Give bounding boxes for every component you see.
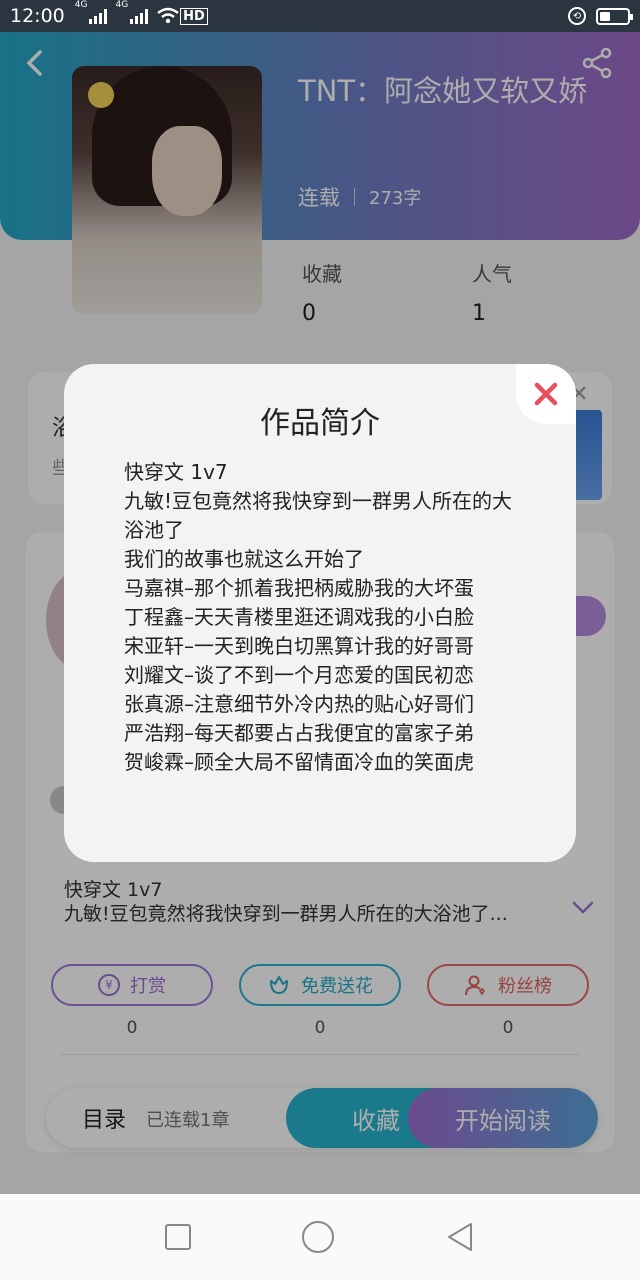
close-icon (534, 382, 558, 406)
intro-line: 马嘉祺–那个抓着我把柄威胁我的大坏蛋 (124, 576, 474, 600)
signal-icon (89, 8, 108, 24)
wifi-icon (157, 7, 179, 24)
sim2-tag: 4G (115, 0, 129, 10)
intro-line: 张真源–注意细节外冷内热的贴心好哥们 (124, 692, 474, 716)
intro-line: 严浩翔–每天都要占占我便宜的富家子弟 (124, 721, 474, 745)
hd-badge: HD (180, 7, 208, 25)
recents-button[interactable] (165, 1224, 192, 1250)
home-button[interactable] (301, 1221, 334, 1253)
intro-line: 我们的故事也就这么开始了 (124, 547, 364, 571)
rotation-lock-icon: ⟲ (568, 7, 586, 25)
intro-line: 快穿文 1v7 (124, 460, 228, 484)
dialog-close-button[interactable] (516, 364, 576, 424)
intro-dialog: 作品简介 快穿文 1v7 九敏!豆包竟然将我快穿到一群男人所在的大浴池了 我们的… (64, 364, 576, 862)
status-bar: 12:00 4G 4G HD ⟲ (0, 0, 640, 32)
intro-line: 九敏!豆包竟然将我快穿到一群男人所在的大浴池了 (124, 489, 513, 542)
intro-line: 宋亚轩–一天到晚白切黑算计我的好哥哥 (124, 634, 474, 658)
intro-line: 刘耀文–谈了不到一个月恋爱的国民初恋 (124, 663, 474, 687)
sim1-tag: 4G (74, 0, 88, 10)
dialog-title: 作品简介 (260, 406, 380, 441)
signal-icon-2 (130, 8, 149, 24)
intro-line: 贺峻霖–顾全大局不留情面冷血的笑面虎 (124, 750, 474, 774)
intro-line: 丁程鑫–天天青楼里逛还调戏我的小白脸 (124, 605, 474, 629)
battery-icon (596, 7, 633, 25)
back-triangle-icon[interactable] (445, 1221, 475, 1253)
system-nav-bar (0, 1194, 640, 1280)
clock: 12:00 (10, 5, 65, 27)
dialog-body: 快穿文 1v7 九敏!豆包竟然将我快穿到一群男人所在的大浴池了 我们的故事也就这… (124, 458, 524, 777)
